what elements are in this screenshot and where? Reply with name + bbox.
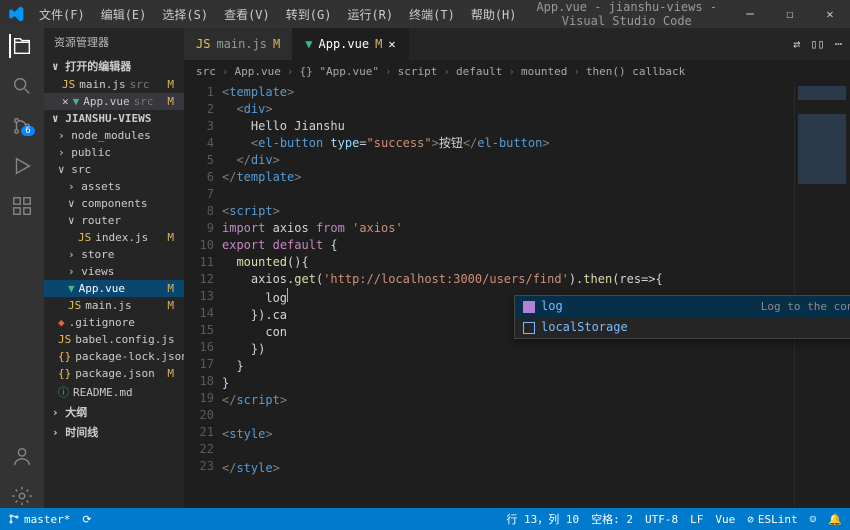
cursor-position[interactable]: 行 13，列 10: [506, 511, 579, 527]
compare-changes-icon[interactable]: ⇄: [793, 37, 800, 51]
scm-badge: 6: [21, 126, 34, 136]
open-editors-section[interactable]: ∨ 打开的编辑器: [44, 56, 184, 76]
scm-icon[interactable]: 6: [10, 114, 34, 138]
menu-bar: 文件(F)编辑(E)选择(S)查看(V)转到(G)运行(R)终端(T)帮助(H): [32, 2, 524, 27]
breadcrumb-item[interactable]: default: [456, 65, 502, 78]
breadcrumb-item[interactable]: script: [398, 65, 438, 78]
breadcrumb-item[interactable]: App.vue: [235, 65, 281, 78]
feedback-icon[interactable]: ☺: [810, 511, 817, 527]
debug-icon[interactable]: [10, 154, 34, 178]
language-status[interactable]: Vue: [715, 511, 735, 527]
vscode-logo-icon: [0, 6, 32, 22]
project-section[interactable]: ∨ JIANSHU-VIEWS: [44, 110, 184, 127]
editor-tabs: JS main.js M▼ App.vue M ✕ ⇄ ▯▯ ⋯: [184, 28, 850, 60]
tree-item[interactable]: ◆ .gitignore: [44, 314, 184, 331]
menu-item[interactable]: 文件(F): [32, 2, 92, 27]
outline-section[interactable]: › 大纲: [44, 402, 184, 422]
tree-item[interactable]: ∨ components: [44, 195, 184, 212]
title-bar: 文件(F)编辑(E)选择(S)查看(V)转到(G)运行(R)终端(T)帮助(H)…: [0, 0, 850, 28]
menu-item[interactable]: 终端(T): [402, 2, 462, 27]
tree-item[interactable]: JS babel.config.js: [44, 331, 184, 348]
window-title: App.vue - jianshu-views - Visual Studio …: [524, 0, 731, 28]
tree-item[interactable]: ⓘ README.md: [44, 382, 184, 402]
breadcrumb-item[interactable]: then() callback: [586, 65, 685, 78]
tree-item[interactable]: {} package-lock.json: [44, 348, 184, 365]
account-icon[interactable]: [10, 444, 34, 468]
suggest-item[interactable]: logLog to the console: [515, 296, 850, 317]
tree-item[interactable]: ▼ App.vueM: [44, 280, 184, 297]
close-window-button[interactable]: ✕: [810, 0, 850, 28]
code-editor[interactable]: 1234567891011121314151617181920212223 <t…: [184, 82, 850, 508]
maximize-button[interactable]: ☐: [770, 0, 810, 28]
minimize-button[interactable]: ─: [730, 0, 770, 28]
git-branch-status[interactable]: master*: [8, 513, 70, 526]
extensions-icon[interactable]: [10, 194, 34, 218]
tree-item[interactable]: ∨ router: [44, 212, 184, 229]
menu-item[interactable]: 转到(G): [279, 2, 339, 27]
tree-item[interactable]: {} package.jsonM: [44, 365, 184, 382]
tree-item[interactable]: › node_modules: [44, 127, 184, 144]
open-editor-item[interactable]: ✕ ▼ App.vue srcM: [44, 93, 184, 110]
menu-item[interactable]: 运行(R): [340, 2, 400, 27]
editor-area: JS main.js M▼ App.vue M ✕ ⇄ ▯▯ ⋯ src › A…: [184, 28, 850, 508]
explorer-icon[interactable]: [9, 34, 33, 58]
settings-gear-icon[interactable]: [10, 484, 34, 508]
eol-status[interactable]: LF: [690, 511, 703, 527]
search-icon[interactable]: [10, 74, 34, 98]
menu-item[interactable]: 编辑(E): [94, 2, 154, 27]
intellisense-popup[interactable]: logLog to the consolelocalStorage: [514, 295, 850, 339]
breadcrumb[interactable]: src › App.vue › {} "App.vue" › script › …: [184, 60, 850, 82]
status-bar: master* ⟳ 行 13，列 10 空格: 2 UTF-8 LF Vue ⊘…: [0, 508, 850, 530]
more-actions-icon[interactable]: ⋯: [835, 37, 842, 51]
encoding-status[interactable]: UTF-8: [645, 511, 678, 527]
activity-bar: 6: [0, 28, 44, 508]
menu-item[interactable]: 查看(V): [217, 2, 277, 27]
tree-item[interactable]: ∨ src: [44, 161, 184, 178]
breadcrumb-item[interactable]: src: [196, 65, 216, 78]
menu-item[interactable]: 帮助(H): [464, 2, 524, 27]
editor-tab[interactable]: JS main.js M: [184, 28, 293, 60]
tree-item[interactable]: JS main.jsM: [44, 297, 184, 314]
sync-status[interactable]: ⟳: [82, 513, 91, 526]
open-editor-item[interactable]: JS main.js srcM: [44, 76, 184, 93]
eslint-status[interactable]: ⊘ ESLint: [747, 511, 797, 527]
editor-tab[interactable]: ▼ App.vue M ✕: [293, 28, 408, 60]
suggest-item[interactable]: localStorage: [515, 317, 850, 338]
tree-item[interactable]: JS index.jsM: [44, 229, 184, 246]
notifications-icon[interactable]: 🔔: [828, 511, 842, 527]
menu-item[interactable]: 选择(S): [155, 2, 215, 27]
breadcrumb-item[interactable]: {} "App.vue": [299, 65, 378, 78]
method-icon: [523, 301, 535, 313]
sidebar-title: 资源管理器: [44, 28, 184, 56]
tree-item[interactable]: › views: [44, 263, 184, 280]
tree-item[interactable]: › assets: [44, 178, 184, 195]
tree-item[interactable]: › public: [44, 144, 184, 161]
var-icon: [523, 322, 535, 334]
spaces-status[interactable]: 空格: 2: [591, 511, 633, 527]
split-editor-icon[interactable]: ▯▯: [810, 37, 824, 51]
tree-item[interactable]: › store: [44, 246, 184, 263]
timeline-section[interactable]: › 时间线: [44, 422, 184, 442]
explorer-sidebar: 资源管理器 ∨ 打开的编辑器 JS main.js srcM✕ ▼ App.vu…: [44, 28, 184, 508]
breadcrumb-item[interactable]: mounted: [521, 65, 567, 78]
